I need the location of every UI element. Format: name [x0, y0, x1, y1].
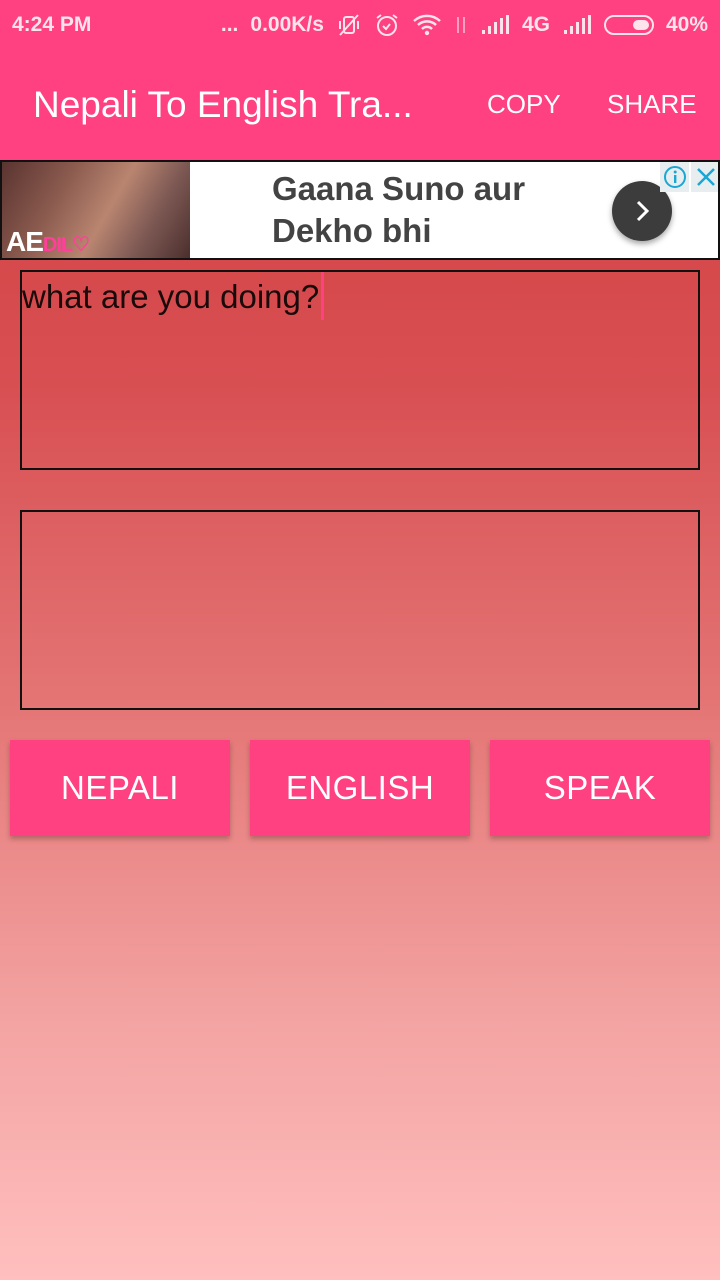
chevron-right-icon — [636, 200, 650, 222]
english-button[interactable]: ENGLISH — [250, 740, 470, 836]
source-text-value[interactable]: what are you doing? — [22, 272, 325, 320]
battery-percent: 40% — [665, 13, 708, 36]
ad-banner[interactable]: AEDIL♡ Gaana Suno aur Dekho bhi — [0, 160, 720, 260]
network-speed: 0.00K/s — [250, 13, 324, 36]
close-icon — [696, 168, 715, 186]
nepali-button[interactable]: NEPALI — [10, 740, 230, 836]
ad-logo: AEDIL♡ — [6, 226, 90, 258]
battery-icon — [603, 15, 654, 35]
text-cursor — [321, 272, 325, 320]
wifi-icon — [412, 13, 442, 37]
ad-info-button[interactable] — [660, 162, 689, 192]
status-icons: ... 0.00K/s 4G 40% — [221, 12, 708, 38]
ad-logo-ae: AE — [6, 226, 44, 257]
ad-choices — [660, 162, 718, 192]
ad-line-1: Gaana Suno aur — [272, 170, 526, 207]
more-notifications-icon: ... — [220, 13, 239, 36]
ad-logo-dil: DIL — [42, 234, 73, 256]
ad-headline[interactable]: Gaana Suno aur Dekho bhi — [272, 168, 525, 252]
source-text-input[interactable]: what are you doing? — [20, 270, 700, 470]
heart-icon: ♡ — [72, 234, 90, 256]
speak-button[interactable]: SPEAK — [490, 740, 710, 836]
battery-level — [632, 20, 649, 30]
signal-icon — [480, 14, 510, 36]
ad-line-2: Dekho bhi — [272, 212, 432, 249]
network-type: 4G — [521, 13, 550, 36]
signal-icon — [562, 14, 592, 36]
info-icon — [663, 166, 686, 188]
app-bar: Nepali To English Tra... COPY SHARE — [0, 50, 720, 160]
ad-close-button[interactable] — [691, 162, 718, 192]
translation-output[interactable] — [20, 510, 700, 710]
copy-button[interactable]: COPY — [487, 89, 561, 120]
share-button[interactable]: SHARE — [607, 89, 697, 120]
ad-image[interactable]: AEDIL♡ — [2, 162, 190, 258]
alarm-icon — [374, 12, 400, 38]
source-text: what are you doing? — [22, 278, 320, 315]
status-bar: 4:24 PM ... 0.00K/s 4G 40% — [0, 0, 720, 50]
data-transfer-icon — [454, 13, 468, 37]
app-title: Nepali To English Tra... — [33, 84, 413, 125]
vibrate-off-icon — [336, 13, 362, 37]
status-time: 4:24 PM — [12, 13, 92, 36]
